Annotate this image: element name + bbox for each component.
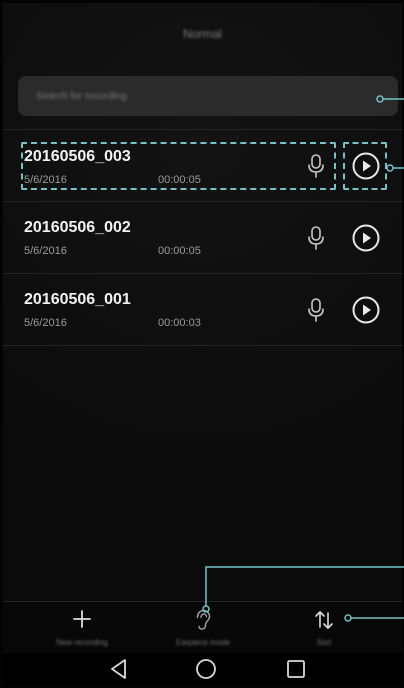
- earpiece-mode-button[interactable]: Earpiece mode: [148, 602, 258, 654]
- recording-date: 5/6/2016: [24, 245, 67, 257]
- recording-duration: 00:00:03: [158, 317, 201, 329]
- new-recording-button[interactable]: New recording: [27, 602, 137, 654]
- microphone-icon[interactable]: [306, 296, 326, 324]
- new-recording-label: New recording: [56, 638, 108, 647]
- header: Normal: [3, 3, 402, 64]
- system-navigation-bar: [3, 653, 402, 686]
- play-icon[interactable]: [351, 295, 381, 325]
- plus-icon: [73, 610, 91, 628]
- sort-icon: [315, 611, 333, 629]
- search-placeholder: Search for recording: [36, 90, 127, 102]
- home-circle-icon[interactable]: [189, 654, 223, 684]
- recording-row[interactable]: 20160506_001 5/6/2016 00:00:03: [3, 274, 402, 344]
- sort-button[interactable]: Sort: [269, 602, 379, 654]
- page-title: Normal: [183, 26, 222, 41]
- earpiece-mode-label: Earpiece mode: [176, 638, 230, 647]
- microphone-icon[interactable]: [306, 224, 326, 252]
- recording-date: 5/6/2016: [24, 317, 67, 329]
- recording-title: 20160506_002: [24, 219, 131, 236]
- ear-icon: [196, 609, 211, 630]
- back-triangle-icon[interactable]: [102, 654, 136, 684]
- microphone-icon[interactable]: [306, 152, 326, 180]
- play-icon[interactable]: [351, 223, 381, 253]
- recording-duration: 00:00:05: [158, 174, 201, 186]
- bottom-toolbar: New recording Earpiece mode Sort: [3, 601, 402, 654]
- recording-date: 5/6/2016: [24, 174, 67, 186]
- sort-label: Sort: [316, 638, 332, 647]
- recording-row[interactable]: 20160506_003 5/6/2016 00:00:05: [3, 130, 402, 200]
- divider: [3, 345, 402, 346]
- play-icon[interactable]: [351, 151, 381, 181]
- recording-title: 20160506_001: [24, 291, 131, 308]
- recording-duration: 00:00:05: [158, 245, 201, 257]
- search-recordings-input[interactable]: Search for recording: [18, 76, 398, 116]
- recording-row[interactable]: 20160506_002 5/6/2016 00:00:05: [3, 202, 402, 272]
- recording-title: 20160506_003: [24, 148, 131, 165]
- recents-square-icon[interactable]: [279, 654, 313, 684]
- voice-recorder-screen: Normal Search for recording 20160506_003…: [3, 3, 402, 686]
